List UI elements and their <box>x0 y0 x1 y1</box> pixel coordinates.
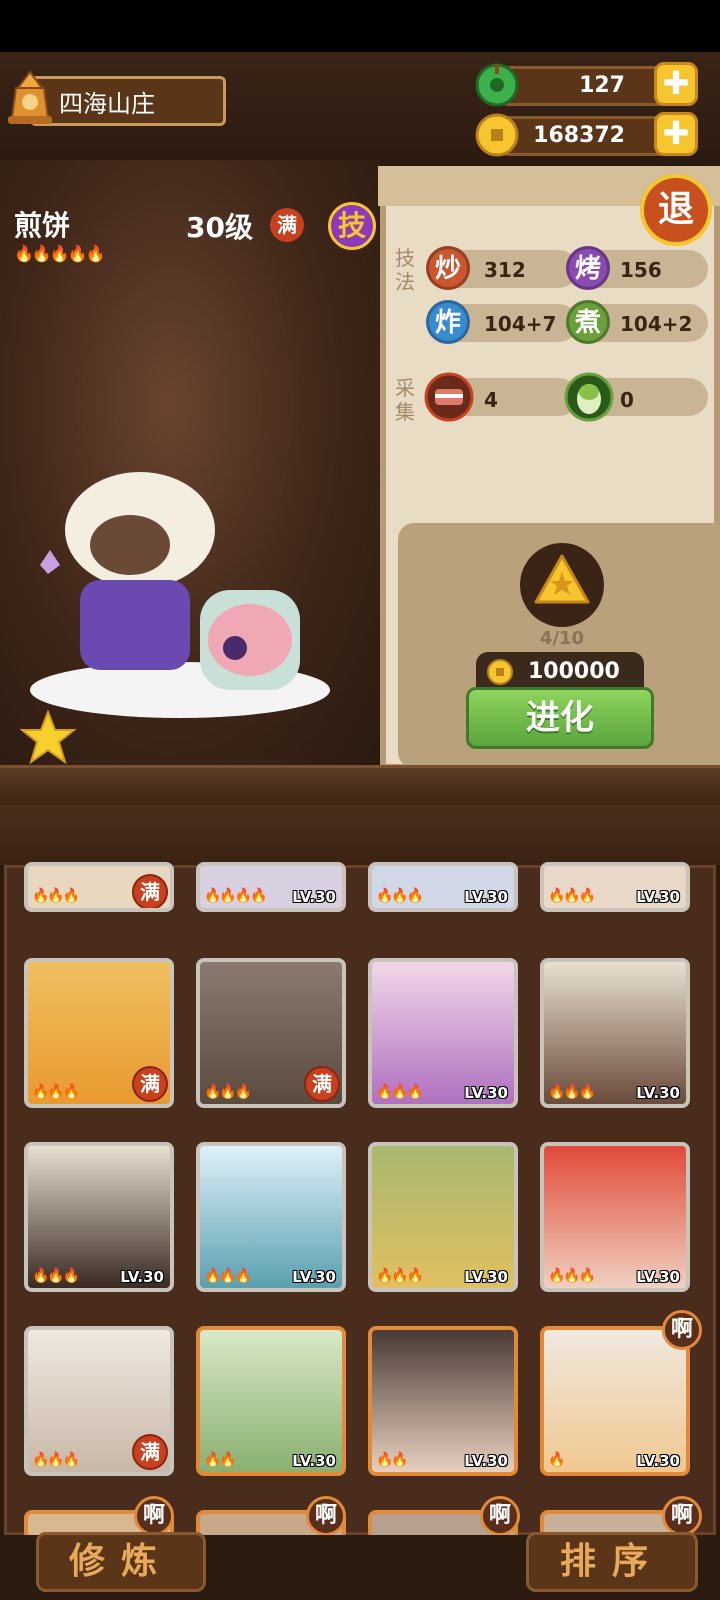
level-label: LV.30 <box>636 1268 680 1286</box>
vegetable-value: 0 <box>620 388 634 412</box>
level-label: LV.30 <box>636 1084 680 1102</box>
level-label: LV.30 <box>464 1452 508 1470</box>
add-jade-button[interactable]: ✚ <box>654 62 698 106</box>
place-name: 四海山庄 <box>59 90 155 118</box>
rarity-flames: 🔥🔥 <box>376 1452 409 1468</box>
level-label: LV.30 <box>292 1268 336 1286</box>
chef-card[interactable]: 🔥 LV.30 <box>540 1326 690 1476</box>
chef-card[interactable]: 🔥🔥🔥 LV.30 <box>368 1142 518 1292</box>
rarity-flames: 🔥🔥🔥 <box>548 888 596 904</box>
chef-card[interactable]: 🔥🔥🔥 LV.30 <box>540 958 690 1108</box>
coin-icon <box>487 659 513 685</box>
chef-card[interactable]: 🔥🔥🔥 满 <box>24 862 174 912</box>
rarity-flames: 🔥🔥🔥 <box>376 1084 424 1100</box>
rarity-flames: 🔥🔥🔥 <box>32 888 80 904</box>
stirfry-icon: 炒 <box>426 246 470 290</box>
vegetable-icon <box>564 372 614 422</box>
chef-card[interactable]: 🔥🔥🔥 LV.30 <box>368 862 518 912</box>
chef-card[interactable]: 🔥🔥🔥 满 <box>196 958 346 1108</box>
roast-icon: 烤 <box>566 246 610 290</box>
add-coin-button[interactable]: ✚ <box>654 112 698 156</box>
rarity-flames: 🔥🔥🔥🔥 <box>204 888 268 904</box>
boil-value: 104+2 <box>620 312 693 336</box>
chef-card[interactable]: 🔥🔥🔥 LV.30 <box>196 1142 346 1292</box>
coin-count: 168372 <box>533 123 625 148</box>
rarity-flames: 🔥🔥🔥 <box>376 888 424 904</box>
max-level-badge: 满 <box>270 208 304 242</box>
rarity-flames: 🔥🔥🔥 <box>32 1268 80 1284</box>
rarity-flames: 🔥 <box>548 1452 565 1468</box>
status-bar <box>0 0 720 52</box>
rarity-flames: 🔥🔥🔥 <box>32 1084 80 1100</box>
level-label: LV.30 <box>292 1452 336 1470</box>
chef-card[interactable]: 🔥🔥🔥🔥 LV.30 <box>196 862 346 912</box>
chef-card[interactable]: 🔥🔥🔥 LV.30 <box>540 1142 690 1292</box>
chef-hat-icon <box>8 70 52 124</box>
sort-button[interactable]: 排序 <box>526 1532 698 1592</box>
evolve-star-item-icon <box>534 554 590 604</box>
chef-level: 30级 <box>186 211 253 244</box>
notification-badge: 啊 <box>480 1496 520 1536</box>
rarity-flames: 🔥🔥🔥 <box>204 1268 252 1284</box>
notification-badge: 啊 <box>306 1496 346 1536</box>
roast-value: 156 <box>620 258 662 282</box>
level-label: LV.30 <box>292 888 336 906</box>
plus-icon: ✚ <box>662 114 690 152</box>
max-badge: 满 <box>132 1434 168 1470</box>
rarity-flames: 🔥🔥🔥 <box>548 1084 596 1100</box>
max-badge: 满 <box>132 1066 168 1102</box>
meat-value: 4 <box>484 388 498 412</box>
stirfry-value: 312 <box>484 258 526 282</box>
meat-icon <box>424 372 474 422</box>
level-label: LV.30 <box>464 1268 508 1286</box>
notification-badge: 啊 <box>662 1310 702 1350</box>
plus-icon: ✚ <box>662 64 690 102</box>
level-label: LV.30 <box>636 888 680 906</box>
rarity-flames: 🔥🔥🔥 <box>376 1268 424 1284</box>
evolve-button[interactable]: 进化 <box>466 687 654 749</box>
max-badge: 满 <box>132 874 168 908</box>
fry-value: 104+7 <box>484 312 557 336</box>
shelf-back <box>0 805 720 865</box>
gather-section-label: 采集 <box>395 376 415 424</box>
chef-card[interactable]: 🔥🔥🔥 满 <box>24 1326 174 1476</box>
chef-card[interactable]: 🔥🔥🔥 LV.30 <box>368 958 518 1108</box>
chef-card[interactable]: 🔥🔥 LV.30 <box>368 1326 518 1476</box>
level-label: LV.30 <box>120 1268 164 1286</box>
skill-button[interactable]: 技 <box>328 202 376 250</box>
coin-icon <box>475 113 519 157</box>
exit-button[interactable]: 退 <box>640 174 712 246</box>
evolve-progress: 4/10 <box>539 628 585 649</box>
notification-badge: 啊 <box>134 1496 174 1536</box>
evolve-cost-value: 100000 <box>528 659 620 684</box>
level-label: LV.30 <box>464 1084 508 1102</box>
skills-section-label: 技法 <box>395 246 415 294</box>
fry-icon: 炸 <box>426 300 470 344</box>
level-label: LV.30 <box>464 888 508 906</box>
level-label: LV.30 <box>636 1452 680 1470</box>
max-badge: 满 <box>304 1066 340 1102</box>
jade-count: 127 <box>579 73 625 98</box>
rarity-flames: 🔥🔥🔥 <box>204 1084 252 1100</box>
rarity-flames: 🔥🔥 <box>204 1452 237 1468</box>
chef-card[interactable]: 🔥🔥🔥 满 <box>24 958 174 1108</box>
rarity-flames: 🔥🔥🔥 <box>32 1452 80 1468</box>
jade-icon <box>475 63 519 107</box>
chef-card[interactable]: 🔥🔥🔥 LV.30 <box>540 862 690 912</box>
boil-icon: 煮 <box>566 300 610 344</box>
chef-card[interactable]: 🔥🔥 LV.30 <box>196 1326 346 1476</box>
chef-rarity-flames: 🔥🔥🔥🔥🔥 <box>14 244 106 263</box>
chef-name: 煎饼 <box>14 209 71 242</box>
rarity-flames: 🔥🔥🔥 <box>548 1268 596 1284</box>
place-name-box[interactable]: 四海山庄 <box>30 76 226 126</box>
chef-character-illustration <box>30 472 330 718</box>
star-icon[interactable] <box>20 710 76 764</box>
notification-badge: 啊 <box>662 1496 702 1536</box>
chef-card[interactable]: 🔥🔥🔥 LV.30 <box>24 1142 174 1292</box>
train-button[interactable]: 修炼 <box>36 1532 206 1592</box>
shelf-divider <box>0 765 720 808</box>
